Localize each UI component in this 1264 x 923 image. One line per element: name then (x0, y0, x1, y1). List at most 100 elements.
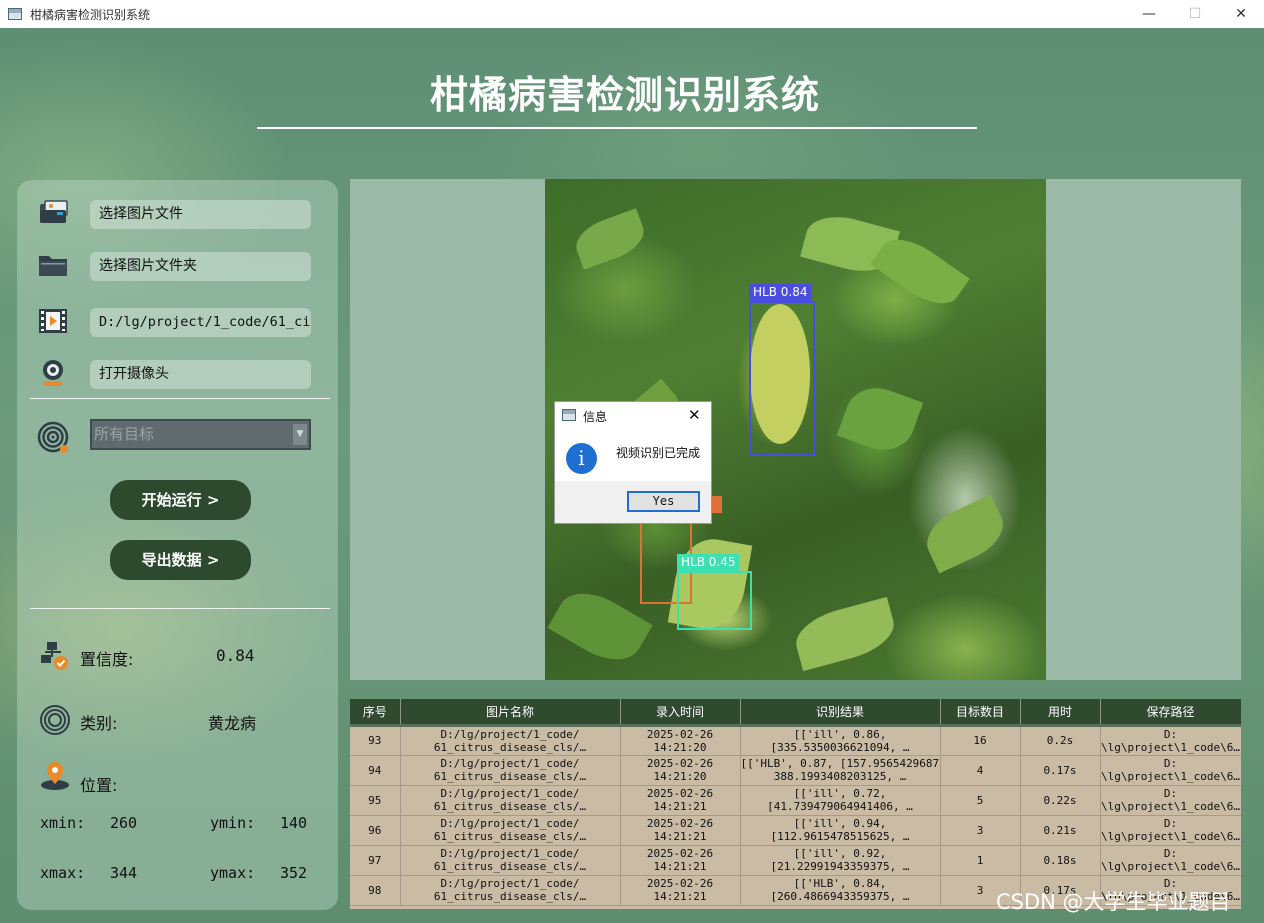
camera-icon (43, 360, 63, 386)
cell-result: [['HLB', 0.84, [260.4866943359375, … (740, 875, 941, 906)
ymax-label: ymax: (210, 864, 256, 882)
target-class-dropdown[interactable]: 所有目标 ▼ (90, 419, 311, 450)
target-icon (37, 421, 69, 453)
cell-time: 2025-02-26 14:21:21 (620, 875, 741, 906)
close-window-button[interactable]: ✕ (1218, 0, 1264, 28)
ymax-value: 352 (280, 864, 308, 882)
close-icon[interactable]: ✕ (688, 406, 701, 424)
cell-count: 16 (940, 725, 1021, 756)
cell-time: 2025-02-26 14:21:20 (620, 725, 741, 756)
cell-result: [['ill', 0.94, [112.9615478515625, … (740, 815, 941, 846)
cell-save-path: D: \lg\project\1_code\6… (1100, 845, 1241, 876)
minimize-button[interactable]: — (1126, 0, 1172, 28)
table-header-row: 序号 图片名称 录入时间 识别结果 目标数目 用时 保存路径 (350, 699, 1241, 727)
info-icon: i (566, 443, 597, 474)
leaf-shape (836, 378, 924, 460)
folder-icon (39, 256, 67, 276)
title-divider (257, 127, 977, 129)
cell-save-path: D: \lg\project\1_code\6… (1100, 755, 1241, 786)
detection-label-hlb-045: HLB 0.45 (677, 554, 740, 571)
location-pin-icon (41, 762, 69, 790)
cell-index: 94 (350, 755, 401, 786)
confidence-icon (41, 642, 68, 670)
panel-divider-bottom (30, 608, 330, 609)
column-header-duration[interactable]: 用时 (1020, 699, 1101, 727)
target-class-value: 所有目标 (94, 425, 155, 443)
column-header-save-path[interactable]: 保存路径 (1100, 699, 1241, 727)
cell-time: 2025-02-26 14:21:21 (620, 845, 741, 876)
xmin-label: xmin: (40, 814, 86, 832)
column-header-time[interactable]: 录入时间 (620, 699, 741, 727)
ymin-value: 140 (280, 814, 308, 832)
column-header-result[interactable]: 识别结果 (740, 699, 941, 727)
cell-image-name: D:/lg/project/1_code/ 61_citrus_disease_… (400, 725, 621, 756)
dialog-title: 信息 (583, 410, 608, 424)
cell-image-name: D:/lg/project/1_code/ 61_citrus_disease_… (400, 875, 621, 906)
table-row[interactable]: 96 D:/lg/project/1_code/ 61_citrus_disea… (350, 815, 1241, 846)
maximize-button[interactable]: ☐ (1172, 0, 1218, 28)
cell-index: 98 (350, 875, 401, 906)
cell-result: [['HLB', 0.87, [157.95654296875, 388.199… (740, 755, 941, 786)
dialog-message: 视频识别已完成 (616, 446, 701, 460)
table-row[interactable]: 95 D:/lg/project/1_code/ 61_citrus_disea… (350, 785, 1241, 816)
column-header-image-name[interactable]: 图片名称 (400, 699, 621, 727)
cell-image-name: D:/lg/project/1_code/ 61_citrus_disease_… (400, 755, 621, 786)
category-icon (40, 705, 70, 735)
select-folder-row: 选择图片文件夹 (17, 250, 338, 282)
yes-button[interactable]: Yes (627, 491, 700, 512)
table-row[interactable]: 97 D:/lg/project/1_code/ 61_citrus_disea… (350, 845, 1241, 876)
column-header-count[interactable]: 目标数目 (940, 699, 1021, 727)
cell-duration: 0.21s (1020, 815, 1101, 846)
image-display-area: HLB 0.84 HLB 0.45 (350, 179, 1241, 680)
cell-image-name: D:/lg/project/1_code/ 61_citrus_disease_… (400, 815, 621, 846)
image-file-icon (40, 200, 68, 223)
cell-save-path: D: \lg\project\1_code\6… (1100, 815, 1241, 846)
leaf-shape (918, 494, 1012, 574)
cell-duration: 0.22s (1020, 785, 1101, 816)
window-titlebar: 柑橘病害检测识别系统 — ☐ ✕ (0, 0, 1264, 28)
category-value: 黄龙病 (208, 714, 257, 733)
start-run-button[interactable]: 开始运行 > (110, 480, 251, 520)
cell-index: 96 (350, 815, 401, 846)
cell-result: [['ill', 0.92, [21.22991943359375, … (740, 845, 941, 876)
cell-result: [['ill', 0.72, [41.739479064941406, … (740, 785, 941, 816)
cell-index: 93 (350, 725, 401, 756)
select-folder-button[interactable]: 选择图片文件夹 (90, 252, 311, 281)
detection-label-hlb-084: HLB 0.84 (749, 284, 812, 301)
detection-box-hlb-045 (677, 571, 752, 630)
table-row[interactable]: 93 D:/lg/project/1_code/ 61_citrus_disea… (350, 725, 1241, 756)
position-label: 位置: (80, 776, 118, 795)
leaf-shape (790, 596, 900, 672)
cell-count: 3 (940, 815, 1021, 846)
confidence-value: 0.84 (216, 646, 255, 665)
dialog-app-icon (562, 409, 576, 421)
leaf-shape (570, 208, 650, 270)
cell-time: 2025-02-26 14:21:21 (620, 785, 741, 816)
csdn-watermark: CSDN @大学生毕业题目 (996, 890, 1231, 914)
info-dialog: 信息 ✕ i 视频识别已完成 Yes (554, 401, 712, 524)
cell-time: 2025-02-26 14:21:20 (620, 755, 741, 786)
cell-result: [['ill', 0.86, [335.5350036621094, … (740, 725, 941, 756)
cell-time: 2025-02-26 14:21:21 (620, 815, 741, 846)
page-title: 柑橘病害检测识别系统 (429, 73, 820, 117)
window-title: 柑橘病害检测识别系统 (30, 7, 151, 22)
app-background: 柑橘病害检测识别系统 选择图片文件 选择图片文件夹 D:/lg/project/… (0, 28, 1264, 923)
video-file-row: D:/lg/project/1_code/61_cit (17, 306, 338, 338)
cell-count: 1 (940, 845, 1021, 876)
category-label: 类别: (80, 714, 118, 733)
chevron-down-icon[interactable]: ▼ (293, 424, 307, 445)
video-path-field[interactable]: D:/lg/project/1_code/61_cit (90, 308, 311, 337)
ymin-label: ymin: (210, 814, 256, 832)
export-data-button[interactable]: 导出数据 > (110, 540, 251, 580)
cell-save-path: D: \lg\project\1_code\6… (1100, 725, 1241, 756)
cell-image-name: D:/lg/project/1_code/ 61_citrus_disease_… (400, 785, 621, 816)
open-camera-button[interactable]: 打开摄像头 (90, 360, 311, 389)
column-header-index[interactable]: 序号 (350, 699, 401, 727)
table-row[interactable]: 94 D:/lg/project/1_code/ 61_citrus_disea… (350, 755, 1241, 786)
video-file-icon (39, 309, 67, 333)
select-image-row: 选择图片文件 (17, 198, 338, 230)
results-table: 序号 图片名称 录入时间 识别结果 目标数目 用时 保存路径 93 D:/lg/… (350, 699, 1241, 909)
select-image-button[interactable]: 选择图片文件 (90, 200, 311, 229)
leaf-shape (547, 580, 653, 673)
xmin-value: 260 (110, 814, 138, 832)
